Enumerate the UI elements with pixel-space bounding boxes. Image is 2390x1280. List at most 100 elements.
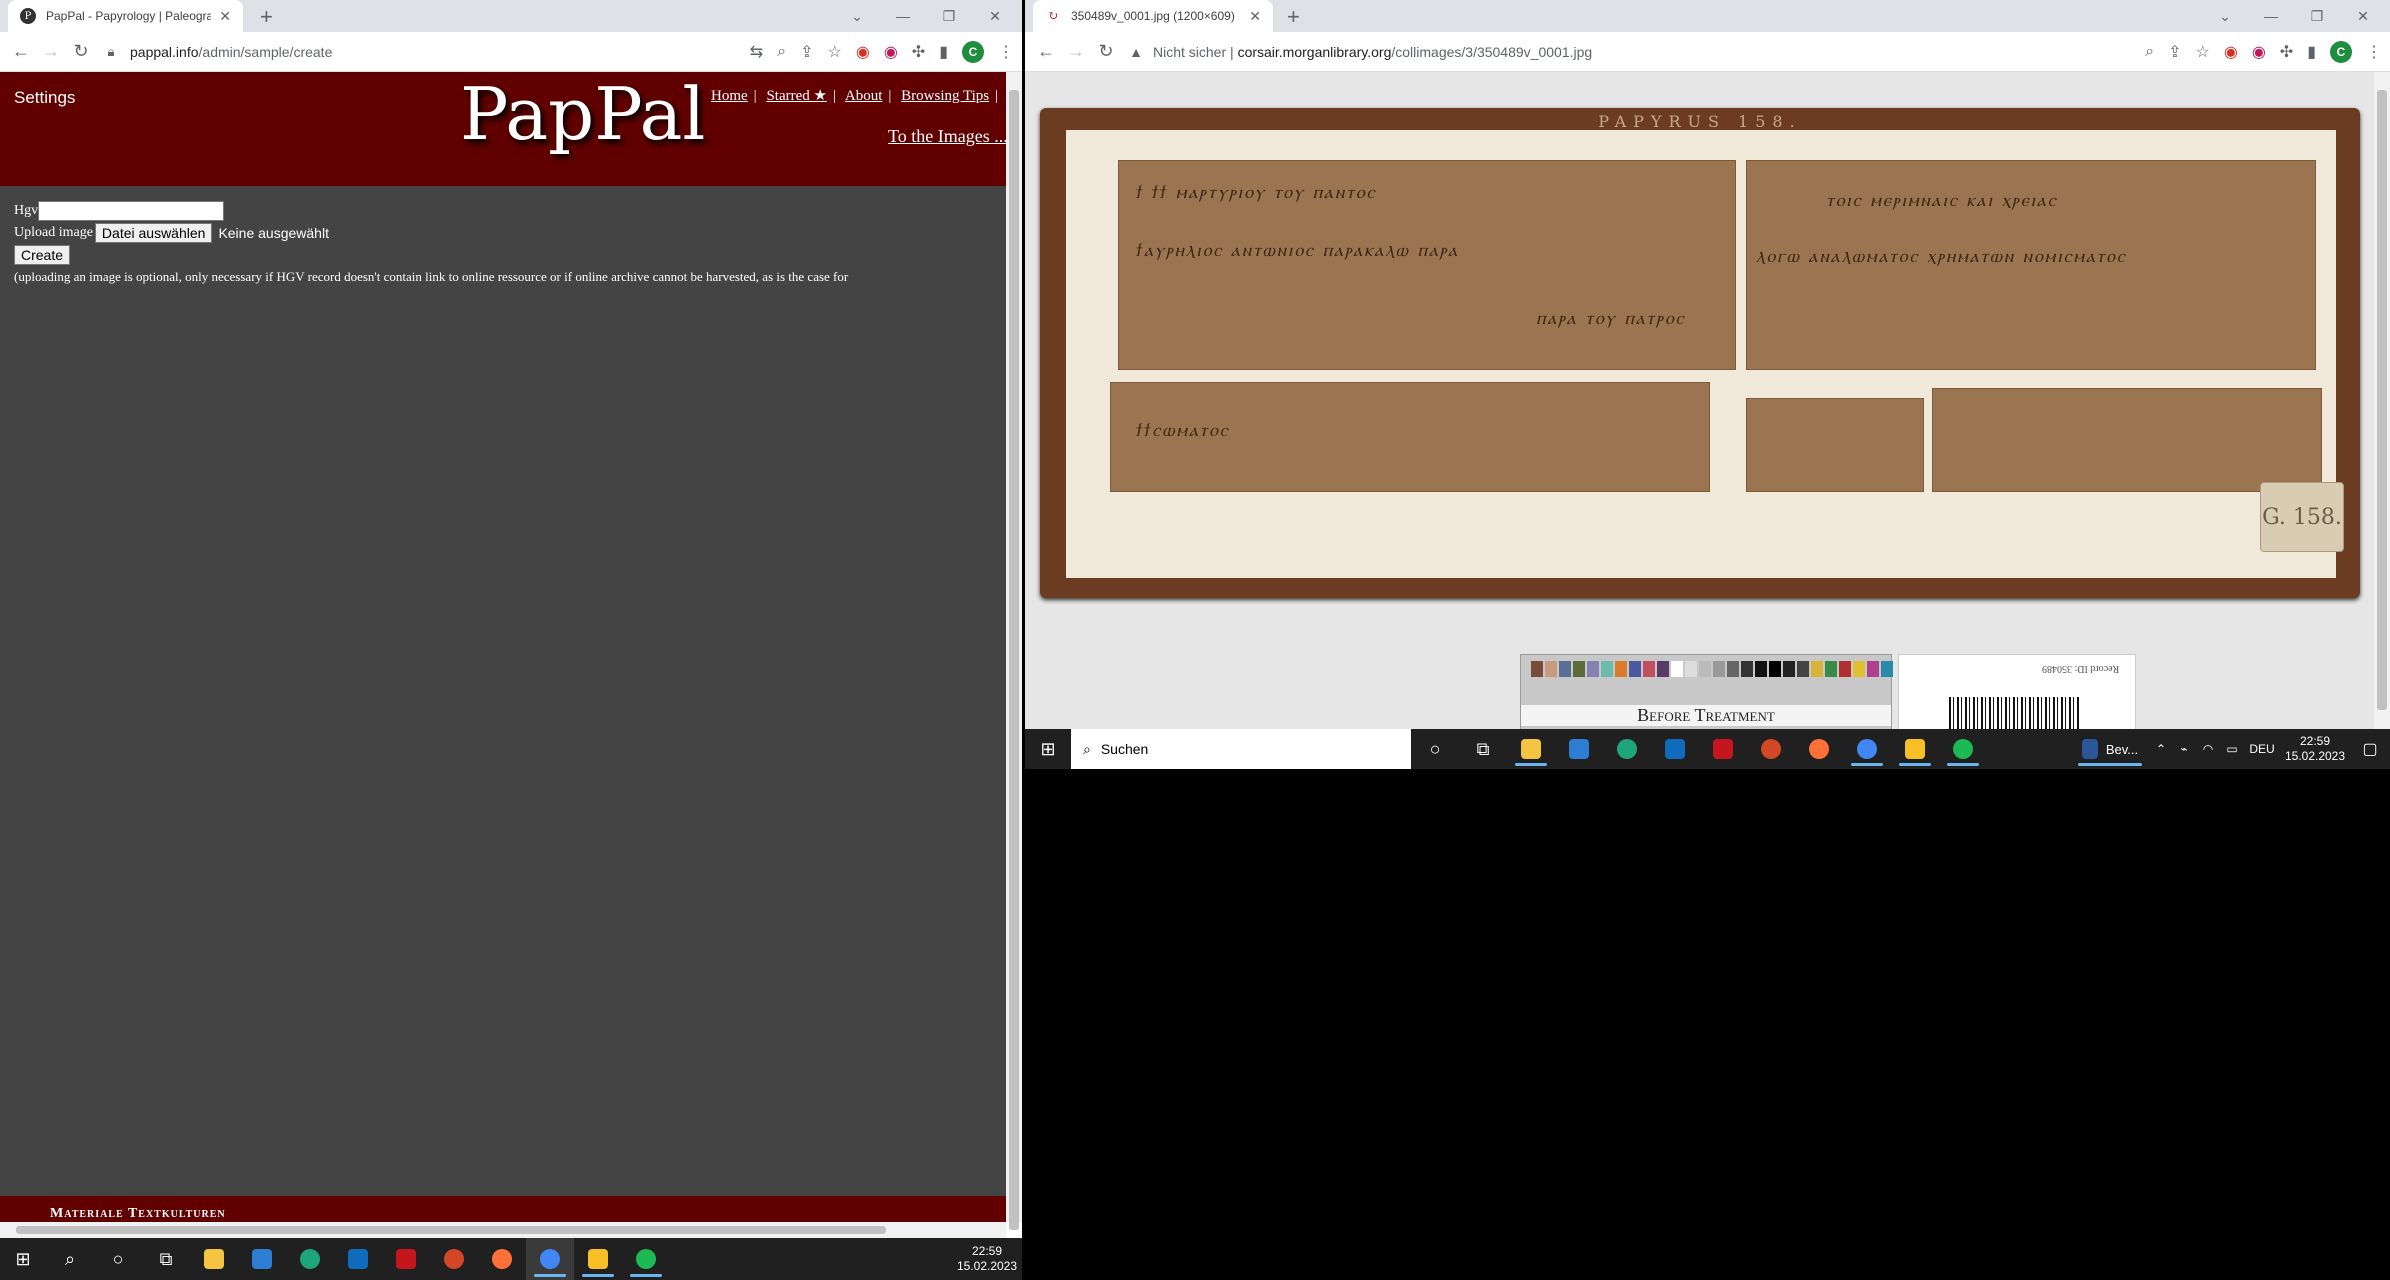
taskbar-search[interactable]: ⌕ Suchen	[1071, 729, 1411, 769]
nav-about[interactable]: About	[845, 88, 883, 104]
mail-icon[interactable]	[1651, 729, 1699, 769]
scrollbar-thumb[interactable]	[1009, 90, 1019, 1230]
scrollbar-thumb[interactable]	[2377, 90, 2387, 710]
edge-icon[interactable]	[1603, 729, 1651, 769]
forward-arrow-icon[interactable]: →	[36, 41, 66, 62]
star-icon[interactable]: ☆	[2196, 42, 2210, 62]
store-icon[interactable]	[1555, 729, 1603, 769]
task-view-icon[interactable]: ⧉	[1459, 729, 1507, 769]
sidepanel-icon[interactable]: ▮	[939, 42, 948, 62]
taskbar-clock[interactable]: 22:59 15.02.2023	[952, 1244, 1022, 1274]
chevron-down-icon[interactable]: ⌄	[834, 8, 880, 25]
cortana-icon[interactable]: ○	[1411, 729, 1459, 769]
close-window-icon[interactable]: ✕	[972, 8, 1018, 25]
close-icon[interactable]: ✕	[219, 8, 231, 25]
acrobat-icon[interactable]	[382, 1238, 430, 1280]
chrome-icon[interactable]	[526, 1238, 574, 1280]
spotify-icon[interactable]	[1939, 729, 1987, 769]
back-arrow-icon[interactable]: ←	[1031, 41, 1061, 62]
lock-icon[interactable]: 🔒︎	[96, 44, 126, 60]
back-arrow-icon[interactable]: ←	[6, 41, 36, 62]
sticky-app-icon[interactable]	[574, 1238, 622, 1280]
zoom-icon[interactable]: ⌕	[777, 43, 786, 61]
tab-pappal[interactable]: P PapPal - Papyrology | Paleography ✕	[8, 0, 243, 32]
minimize-icon[interactable]: —	[2248, 8, 2294, 24]
settings-link[interactable]: Settings	[14, 88, 75, 108]
restore-icon[interactable]: ❐	[926, 8, 972, 25]
hgv-input[interactable]	[38, 201, 225, 221]
spotify-icon[interactable]	[622, 1238, 670, 1280]
site-logo[interactable]: PapPal	[460, 72, 705, 156]
acrobat-icon[interactable]	[1699, 729, 1747, 769]
windows-start-icon[interactable]: ⊞	[0, 1238, 46, 1280]
close-icon[interactable]: ✕	[1249, 8, 1261, 25]
mail-icon[interactable]	[334, 1238, 382, 1280]
cortana-icon[interactable]: ○	[94, 1238, 142, 1280]
powerpoint-icon[interactable]	[430, 1238, 478, 1280]
share-icon[interactable]: ⇪	[2168, 42, 2181, 62]
extension-pink-icon[interactable]: ◉	[2252, 42, 2266, 62]
profile-avatar[interactable]: C	[962, 41, 984, 63]
translate-icon[interactable]: ⇆	[750, 42, 763, 62]
edge-icon[interactable]	[286, 1238, 334, 1280]
forward-arrow-icon[interactable]: →	[1061, 41, 1091, 62]
minimize-icon[interactable]: —	[880, 8, 926, 24]
reload-icon[interactable]: ↻	[1091, 41, 1121, 62]
choose-file-button[interactable]: Datei auswählen	[94, 223, 213, 243]
profile-avatar[interactable]: C	[2330, 41, 2352, 63]
firefox-icon[interactable]	[1795, 729, 1843, 769]
reload-icon[interactable]: ↻	[66, 41, 96, 62]
warning-icon[interactable]: ▲	[1121, 44, 1151, 60]
image-favicon-icon: ↻	[1045, 8, 1061, 24]
star-icon[interactable]: ☆	[828, 42, 842, 62]
tab-image[interactable]: ↻ 350489v_0001.jpg (1200×609) ✕	[1033, 0, 1273, 32]
zoom-icon[interactable]: ⌕	[2145, 43, 2154, 61]
wifi-icon[interactable]: ◠	[2196, 729, 2220, 769]
taskbar-clock[interactable]: 22:59 15.02.2023	[2280, 734, 2350, 764]
sidepanel-icon[interactable]: ▮	[2307, 42, 2316, 62]
papyrus-fragment	[1746, 398, 1924, 492]
sticky-app-icon[interactable]	[1891, 729, 1939, 769]
create-button[interactable]: Create	[14, 245, 71, 265]
top-navigation: Home | Starred ★ | About | Browsing Tips |	[711, 88, 999, 104]
menu-dots-icon[interactable]: ⋮	[998, 42, 1014, 62]
word-document-task[interactable]: Bev...	[2070, 729, 2150, 769]
windows-start-icon[interactable]: ⊞	[1025, 729, 1071, 769]
horizontal-scrollbar[interactable]	[0, 1222, 1006, 1238]
file-explorer-icon[interactable]	[1507, 729, 1555, 769]
language-indicator[interactable]: DEU	[2244, 729, 2280, 769]
chrome-icon[interactable]	[1843, 729, 1891, 769]
nav-starred[interactable]: Starred ★	[766, 88, 827, 104]
search-icon[interactable]: ⌕	[46, 1238, 94, 1280]
vertical-scrollbar[interactable]	[1006, 72, 1022, 1230]
chevron-up-icon[interactable]: ⌃	[2150, 729, 2172, 769]
task-view-icon[interactable]: ⧉	[142, 1238, 190, 1280]
nav-browsing-tips[interactable]: Browsing Tips	[901, 88, 989, 104]
powerpoint-icon[interactable]	[1747, 729, 1795, 769]
scrollbar-thumb[interactable]	[16, 1226, 886, 1234]
notification-icon[interactable]: ▢	[2350, 729, 2390, 769]
share-icon[interactable]: ⇪	[800, 42, 813, 62]
vertical-scrollbar[interactable]	[2374, 72, 2390, 733]
menu-dots-icon[interactable]: ⋮	[2366, 42, 2382, 62]
chevron-down-icon[interactable]: ⌄	[2202, 8, 2248, 25]
extension-red-icon[interactable]: ◉	[2224, 42, 2238, 62]
nav-home[interactable]: Home	[711, 88, 748, 104]
to-the-images-link[interactable]: To the Images ...	[888, 126, 1006, 147]
store-icon[interactable]	[238, 1238, 286, 1280]
network-icon[interactable]: ⌁	[2172, 729, 2196, 769]
firefox-icon[interactable]	[478, 1238, 526, 1280]
close-window-icon[interactable]: ✕	[2340, 8, 2386, 25]
new-tab-plus-icon[interactable]: +	[1287, 4, 1300, 30]
extension-red-icon[interactable]: ◉	[856, 42, 870, 62]
file-explorer-icon[interactable]	[190, 1238, 238, 1280]
extension-pink-icon[interactable]: ◉	[884, 42, 898, 62]
new-tab-plus-icon[interactable]: +	[260, 4, 273, 30]
restore-icon[interactable]: ❐	[2294, 8, 2340, 25]
puzzle-icon[interactable]: ✣	[2280, 42, 2293, 62]
puzzle-icon[interactable]: ✣	[912, 42, 925, 62]
address-bar[interactable]: pappal.info/admin/sample/create	[130, 44, 332, 60]
battery-icon[interactable]: ▭	[2220, 729, 2244, 769]
frame-label: PAPYRUS 158.	[1598, 112, 1802, 131]
address-bar[interactable]: Nicht sicher | corsair.morganlibrary.org…	[1153, 44, 1592, 60]
